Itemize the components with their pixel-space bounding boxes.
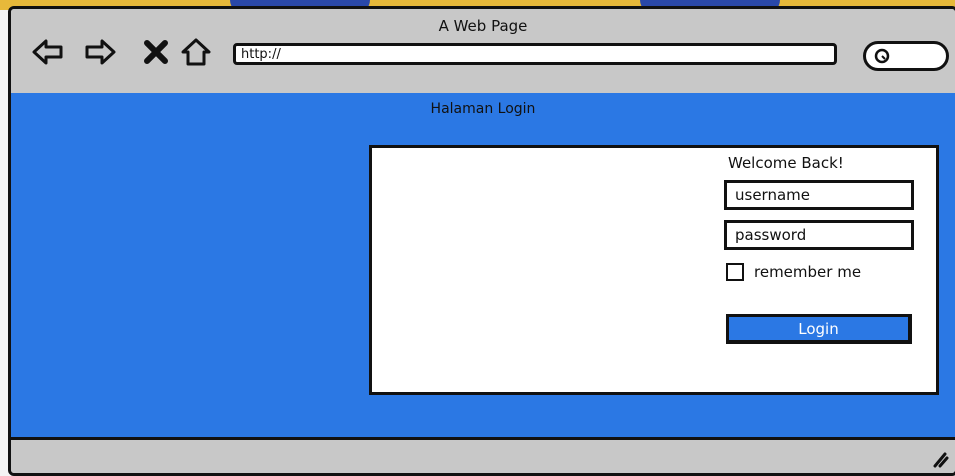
page-heading: Halaman Login [430, 101, 536, 117]
search-icon [874, 48, 890, 64]
close-icon[interactable] [139, 35, 173, 69]
back-arrow-icon[interactable] [31, 35, 65, 69]
window-title: A Web Page [438, 17, 528, 35]
remember-me[interactable]: remember me [726, 263, 861, 281]
home-icon[interactable] [179, 35, 213, 69]
page-content: Halaman Login Welcome Back! remember me … [11, 93, 955, 437]
browser-window: A Web Page Halaman Login Welcome Back! [8, 6, 955, 476]
remember-checkbox[interactable] [726, 263, 744, 281]
status-bar [11, 437, 955, 473]
welcome-text: Welcome Back! [728, 154, 844, 172]
username-field[interactable] [724, 180, 914, 210]
search-field[interactable] [863, 41, 949, 71]
login-button[interactable]: Login [726, 314, 912, 344]
login-panel: Welcome Back! remember me Login [369, 145, 939, 395]
password-field[interactable] [724, 220, 914, 250]
url-input[interactable] [233, 43, 837, 65]
browser-toolbar: A Web Page [11, 9, 955, 96]
remember-label: remember me [754, 263, 862, 281]
forward-arrow-icon[interactable] [83, 35, 117, 69]
